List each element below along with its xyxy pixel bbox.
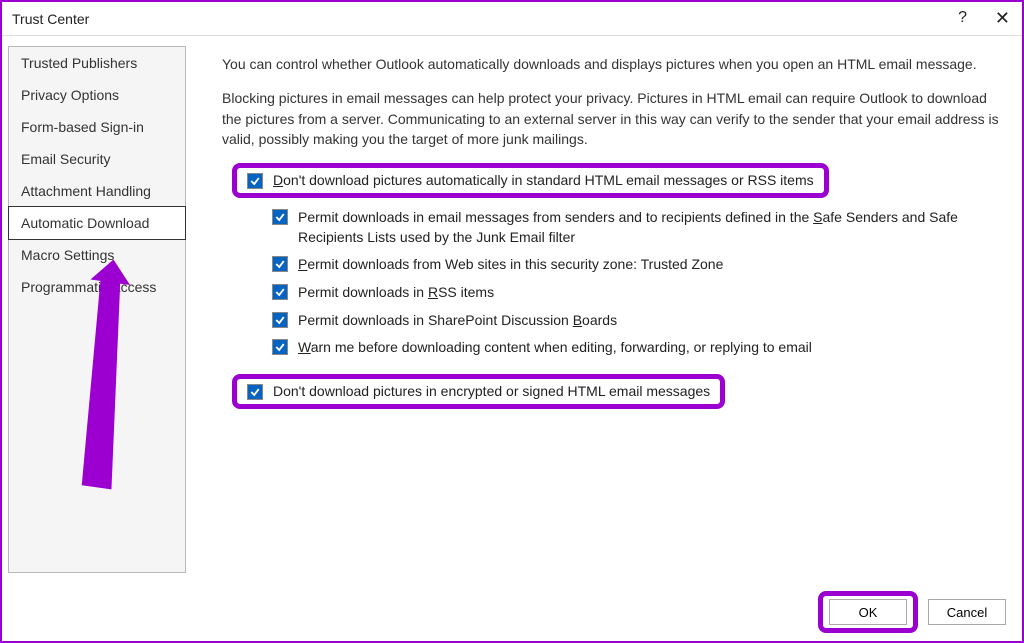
sidebar: Trusted Publishers Privacy Options Form-… (8, 46, 186, 573)
label-warn: Warn me before downloading content when … (298, 338, 812, 358)
highlight-encrypted: Don't download pictures in encrypted or … (232, 374, 725, 409)
intro-text-2: Blocking pictures in email messages can … (222, 88, 1002, 149)
checkbox-rss[interactable] (272, 284, 288, 300)
checkbox-encrypted[interactable] (247, 384, 263, 400)
sidebar-item-macro-settings[interactable]: Macro Settings (9, 239, 185, 271)
label-trusted-zone: Permit downloads from Web sites in this … (298, 255, 723, 275)
checkbox-warn[interactable] (272, 339, 288, 355)
sidebar-item-programmatic-access[interactable]: Programmatic Access (9, 271, 185, 303)
label-sharepoint: Permit downloads in SharePoint Discussio… (298, 311, 617, 331)
sidebar-item-trusted-publishers[interactable]: Trusted Publishers (9, 47, 185, 79)
label-safe-senders: Permit downloads in email messages from … (298, 208, 1002, 247)
highlight-dont-download: Don't download pictures automatically in… (232, 163, 829, 198)
sidebar-item-email-security[interactable]: Email Security (9, 143, 185, 175)
titlebar: Trust Center ? ✕ (2, 2, 1022, 36)
checkbox-safe-senders[interactable] (272, 209, 288, 225)
checkbox-dont-download[interactable] (247, 173, 263, 189)
intro-text-1: You can control whether Outlook automati… (222, 54, 1002, 74)
sidebar-item-privacy-options[interactable]: Privacy Options (9, 79, 185, 111)
sidebar-item-attachment-handling[interactable]: Attachment Handling (9, 175, 185, 207)
sidebar-item-automatic-download[interactable]: Automatic Download (8, 206, 186, 240)
window-title: Trust Center (12, 11, 89, 27)
help-icon[interactable]: ? (958, 9, 967, 27)
trust-center-window: Trust Center ? ✕ Trusted Publishers Priv… (0, 0, 1024, 643)
cancel-button[interactable]: Cancel (928, 599, 1006, 625)
close-icon[interactable]: ✕ (995, 8, 1010, 29)
label-dont-download: Don't download pictures automatically in… (273, 172, 814, 188)
label-rss: Permit downloads in RSS items (298, 283, 494, 303)
sidebar-item-form-based-signin[interactable]: Form-based Sign-in (9, 111, 185, 143)
checkbox-sharepoint[interactable] (272, 312, 288, 328)
ok-button[interactable]: OK (829, 599, 907, 625)
footer: OK Cancel (2, 583, 1022, 641)
label-encrypted: Don't download pictures in encrypted or … (273, 383, 710, 399)
checkbox-trusted-zone[interactable] (272, 256, 288, 272)
content-panel: You can control whether Outlook automati… (222, 46, 1010, 573)
highlight-ok: OK (818, 591, 918, 633)
